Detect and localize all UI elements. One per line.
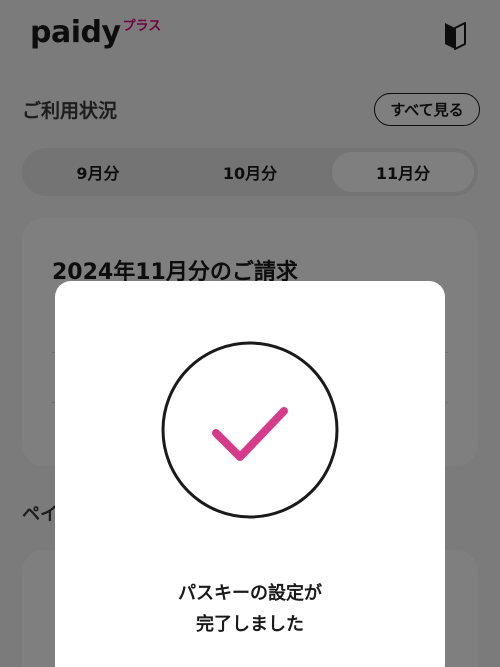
- checkmark-circle-icon: [161, 341, 339, 519]
- modal-message: パスキーの設定が 完了しました: [55, 578, 445, 640]
- modal-message-line2: 完了しました: [196, 614, 304, 635]
- passkey-success-modal: パスキーの設定が 完了しました: [55, 281, 445, 667]
- modal-message-line1: パスキーの設定が: [178, 583, 322, 604]
